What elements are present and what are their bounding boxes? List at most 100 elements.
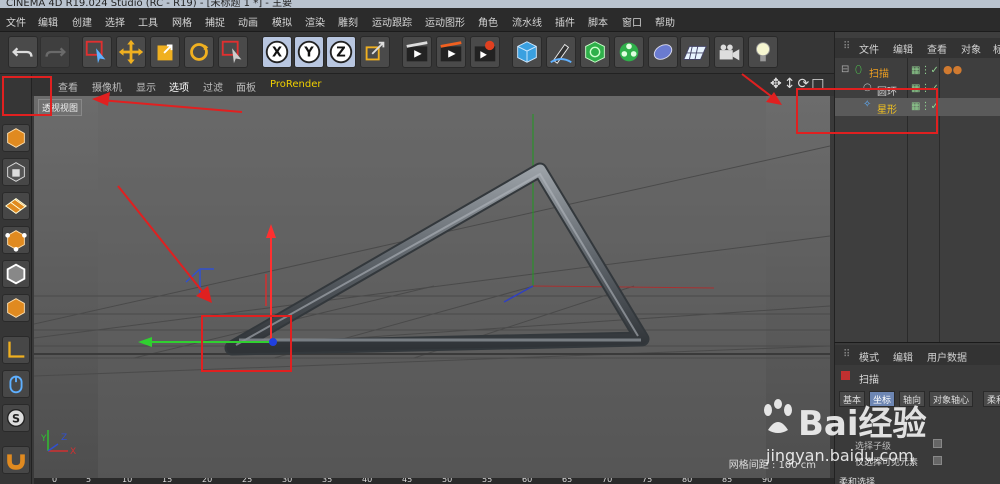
undo-button[interactable]	[8, 36, 38, 68]
viewport-menu-cameras[interactable]: 摄像机	[92, 79, 122, 94]
tab-soft[interactable]: 柔和	[983, 391, 1000, 407]
deformer-button[interactable]	[648, 36, 678, 68]
menu-create[interactable]: 创建	[72, 14, 92, 29]
viewport-menu-filter[interactable]: 过滤	[203, 79, 223, 94]
menu-mograph[interactable]: 运动图形	[425, 14, 465, 29]
y-axis-lock-button[interactable]: Y	[294, 36, 324, 68]
subdivision-surface-button[interactable]	[580, 36, 610, 68]
timeline-tick: 35	[322, 478, 333, 484]
cube-icon	[517, 41, 537, 63]
camera-object-button[interactable]	[714, 36, 744, 68]
menu-select[interactable]: 选择	[105, 14, 125, 29]
timeline-tick: 50	[442, 478, 453, 484]
redo-button[interactable]	[40, 36, 70, 68]
menu-render[interactable]: 渲染	[305, 14, 325, 29]
points-mode-button[interactable]	[2, 226, 30, 254]
tab-basic[interactable]: 基本	[839, 391, 866, 407]
annotation-box-gizmo	[201, 315, 292, 372]
recent-tool-button[interactable]	[218, 36, 248, 68]
visible-only-checkbox[interactable]	[933, 456, 942, 465]
perspective-viewport[interactable]: Y Z X 透视视图 网格间距 : 100 cm	[34, 96, 830, 478]
menu-animate[interactable]: 动画	[238, 14, 258, 29]
texture-icon	[4, 197, 28, 215]
select-children-checkbox[interactable]	[933, 439, 942, 448]
snap-button[interactable]: S	[2, 404, 30, 432]
model-mode-icon	[7, 162, 25, 182]
attribute-menu-edit[interactable]: 编辑	[893, 349, 913, 364]
viewport-menu-view[interactable]: 查看	[58, 79, 78, 94]
attribute-menu-mode[interactable]: 模式	[859, 349, 879, 364]
floor-icon	[683, 45, 707, 60]
menu-sculpt[interactable]: 雕刻	[338, 14, 358, 29]
menu-mesh[interactable]: 网格	[172, 14, 192, 29]
menu-help[interactable]: 帮助	[655, 14, 675, 29]
object-name[interactable]: 扫描	[869, 65, 889, 80]
menu-snap[interactable]: 捕捉	[205, 14, 225, 29]
live-selection-button[interactable]	[82, 36, 112, 68]
menu-plugins[interactable]: 插件	[555, 14, 575, 29]
viewport-menu-prorender[interactable]: ProRender	[270, 79, 321, 90]
tree-expand-icon[interactable]: ⊟	[841, 64, 849, 75]
magnet-button[interactable]	[2, 446, 30, 474]
viewport-menu-display[interactable]: 显示	[136, 79, 156, 94]
object-menu-file[interactable]: 文件	[859, 41, 879, 56]
edges-mode-button[interactable]	[2, 260, 30, 288]
menu-window[interactable]: 窗口	[622, 14, 642, 29]
panel-grip-icon[interactable]: ⠿	[843, 41, 850, 52]
enable-axis-button[interactable]	[2, 336, 30, 364]
cube-object-button[interactable]	[512, 36, 542, 68]
menu-script[interactable]: 脚本	[588, 14, 608, 29]
timeline-ruler[interactable]: 0 5 10 15 20 25 30 35 40 45 50 55 60 65 …	[34, 478, 834, 484]
pen-spline-button[interactable]	[546, 36, 576, 68]
camera-icon	[719, 44, 740, 61]
panel-grip-icon[interactable]: ⠿	[843, 349, 850, 360]
scale-tool-button[interactable]	[150, 36, 180, 68]
menu-character[interactable]: 角色	[478, 14, 498, 29]
render-view-button[interactable]	[402, 36, 432, 68]
z-axis-lock-button[interactable]: Z	[326, 36, 356, 68]
cloner-button[interactable]	[614, 36, 644, 68]
menu-pipeline[interactable]: 流水线	[512, 14, 542, 29]
x-axis-lock-button[interactable]: X	[262, 36, 292, 68]
texture-mode-button[interactable]	[2, 192, 30, 220]
object-menu-edit[interactable]: 编辑	[893, 41, 913, 56]
menu-simulate[interactable]: 模拟	[272, 14, 292, 29]
object-menu-objects[interactable]: 对象	[961, 41, 981, 56]
render-picture-viewer-button[interactable]	[436, 36, 466, 68]
object-menu-tags[interactable]: 标	[993, 41, 1000, 56]
tab-axis[interactable]: 轴向	[899, 391, 926, 407]
selection-cursor-icon	[221, 40, 242, 64]
tab-object-axis[interactable]: 对象轴心	[929, 391, 974, 407]
attribute-menu-user-data[interactable]: 用户数据	[927, 349, 967, 364]
menu-edit[interactable]: 编辑	[38, 14, 58, 29]
viewport-menu-options[interactable]: 选项	[169, 79, 189, 94]
tab-coordinates[interactable]: 坐标	[869, 391, 896, 407]
render-settings-button[interactable]	[470, 36, 500, 68]
svg-text:X: X	[272, 46, 282, 61]
render-clapboard-icon	[440, 41, 462, 62]
floor-object-button[interactable]	[680, 36, 710, 68]
coordinate-system-button[interactable]	[360, 36, 390, 68]
menu-tools[interactable]: 工具	[138, 14, 158, 29]
material-tag-icon[interactable]: ●●	[943, 63, 962, 76]
object-menu-view[interactable]: 查看	[927, 41, 947, 56]
object-row-sweep[interactable]: ⊟ ⬯ 扫描 ▦⋮✓ ●●	[835, 62, 1000, 80]
subdivision-surface-icon	[585, 41, 605, 63]
viewport-menu-panel[interactable]: 面板	[236, 79, 256, 94]
menu-file[interactable]: 文件	[6, 14, 26, 29]
soft-selection-section[interactable]: 柔和选择	[839, 475, 875, 484]
viewport-menu-bar: 查看 摄像机 显示 选项 过滤 面板 ProRender ✥↕⟳□	[32, 74, 834, 96]
tweak-mode-button[interactable]	[2, 370, 30, 398]
make-editable-button[interactable]	[2, 124, 30, 152]
model-mode-button[interactable]	[2, 158, 30, 186]
redo-icon	[45, 47, 66, 57]
rotate-tool-button[interactable]	[184, 36, 214, 68]
visibility-toggle-icon[interactable]: ▦⋮✓	[911, 65, 939, 76]
move-tool-button[interactable]	[116, 36, 146, 68]
light-object-button[interactable]	[748, 36, 778, 68]
polygons-mode-button[interactable]	[2, 294, 30, 322]
svg-text:Y: Y	[40, 434, 47, 444]
menu-motion-tracking[interactable]: 运动跟踪	[372, 14, 412, 29]
timeline-tick: 25	[242, 478, 253, 484]
timeline-tick: 85	[722, 478, 733, 484]
